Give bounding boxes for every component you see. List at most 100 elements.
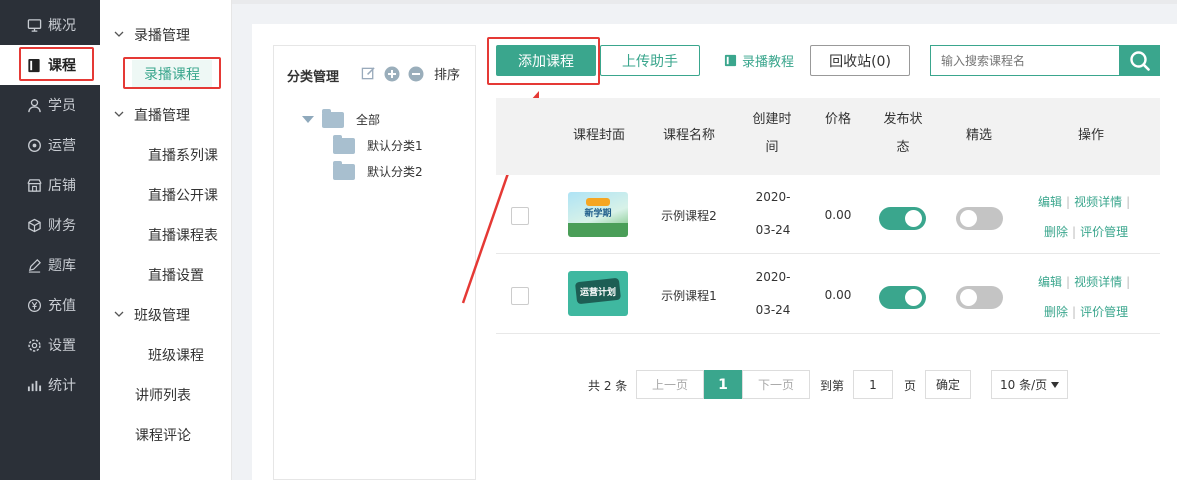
col-price: 价格 (825, 112, 852, 127)
highlight-box-recorded-courses (123, 57, 221, 89)
submenu-group-class[interactable]: 班级管理 (114, 305, 190, 325)
sidebar-item-recharge[interactable]: 充值 (0, 285, 100, 325)
folder-icon (322, 108, 344, 128)
sidebar-item-label: 财务 (48, 218, 76, 234)
search-icon (1129, 50, 1151, 72)
video-details-link[interactable]: 视频详情 (1074, 275, 1122, 289)
course-cover-image: 运营计划 (568, 271, 628, 316)
submenu-item-live-settings[interactable]: 直播设置 (148, 265, 204, 285)
table-row: 运营计划 示例课程1 2020- 03-24 0.00 编辑 | 视频详情 | 删除 |… (496, 255, 1160, 334)
row-checkbox[interactable] (511, 287, 529, 305)
sidebar-item-label: 题库 (48, 258, 76, 274)
edit-link[interactable]: 编辑 (1038, 195, 1062, 209)
submenu-group-live[interactable]: 直播管理 (114, 105, 190, 125)
next-page-button[interactable]: 下一页 (742, 370, 810, 399)
add-icon[interactable] (384, 66, 400, 82)
featured-toggle[interactable] (956, 286, 1003, 309)
prev-page-button[interactable]: 上一页 (636, 370, 704, 399)
book-icon (724, 54, 737, 67)
created-date-line1: 2020- (755, 270, 791, 284)
cover-text: 运营计划 (579, 288, 616, 298)
review-management-link[interactable]: 评价管理 (1080, 305, 1128, 319)
caret-down-icon (1051, 381, 1059, 388)
tree-node-default-1[interactable]: 默认分类1 (333, 134, 423, 154)
recycle-bin-button[interactable]: 回收站(0) (810, 45, 910, 76)
row-actions-line1: 编辑 | 视频详情 | (1038, 195, 1131, 209)
publish-toggle[interactable] (879, 286, 926, 309)
row-actions-line2: 删除 | 评价管理 (1044, 305, 1129, 319)
tree-node-all[interactable]: 全部 (302, 108, 381, 128)
sidebar-item-question-bank[interactable]: 题库 (0, 245, 100, 285)
delete-link[interactable]: 删除 (1044, 305, 1068, 319)
row-checkbox[interactable] (511, 207, 529, 225)
submenu-item-live-series[interactable]: 直播系列课 (148, 145, 218, 165)
edit-icon[interactable] (360, 66, 376, 82)
search-button[interactable] (1119, 45, 1160, 76)
upload-helper-button[interactable]: 上传助手 (600, 45, 700, 76)
sidebar-item-finance[interactable]: 财务 (0, 205, 100, 245)
category-tools: 排序 (360, 64, 460, 83)
table-row: 新学期 示例课程2 2020- 03-24 0.00 编辑 | 视频详情 | 删除 | 评… (496, 175, 1160, 254)
submenu-group-recorded[interactable]: 录播管理 (114, 25, 190, 45)
tree-node-label: 全部 (356, 113, 381, 127)
tutorial-link[interactable]: 录播教程 (724, 51, 794, 70)
publish-toggle[interactable] (879, 207, 926, 230)
highlight-box-courses (19, 47, 94, 81)
col-actions: 操作 (1077, 128, 1104, 143)
sidebar-item-label: 学员 (48, 98, 76, 114)
delete-link[interactable]: 删除 (1044, 225, 1068, 239)
sidebar-item-label: 概况 (48, 18, 76, 34)
gear-icon (26, 337, 42, 353)
sidebar-item-label: 统计 (48, 378, 76, 394)
row-actions-line1: 编辑 | 视频详情 | (1038, 275, 1131, 289)
col-featured: 精选 (965, 128, 992, 143)
page-unit-label: 页 (904, 379, 917, 393)
edit-link[interactable]: 编辑 (1038, 275, 1062, 289)
sidebar-item-shop[interactable]: 店铺 (0, 165, 100, 205)
created-date-line2: 03-24 (755, 303, 791, 317)
folder-icon (333, 160, 355, 180)
course-price: 0.00 (824, 208, 852, 222)
page-jump-input[interactable]: 1 (853, 370, 893, 399)
sidebar-item-label: 店铺 (48, 178, 76, 194)
page-size-select[interactable]: 10 条/页 (991, 370, 1068, 399)
course-name: 示例课程2 (661, 209, 717, 223)
sidebar-item-students[interactable]: 学员 (0, 85, 100, 125)
user-icon (26, 97, 42, 113)
submenu-item-live-public[interactable]: 直播公开课 (148, 185, 218, 205)
submenu-item-live-schedule[interactable]: 直播课程表 (148, 225, 218, 245)
highlight-box-add-course (487, 37, 600, 85)
sidebar-item-operations[interactable]: 运营 (0, 125, 100, 165)
sidebar-item-overview[interactable]: 概况 (0, 5, 100, 45)
sidebar-item-settings[interactable]: 设置 (0, 325, 100, 365)
remove-icon[interactable] (408, 66, 424, 82)
created-date-line2: 03-24 (755, 223, 791, 237)
submenu-item-teachers[interactable]: 讲师列表 (135, 385, 191, 405)
sidebar-item-statistics[interactable]: 统计 (0, 365, 100, 405)
page-number-button[interactable]: 1 (704, 370, 742, 399)
submenu-item-class-courses[interactable]: 班级课程 (148, 345, 204, 365)
row-actions-line2: 删除 | 评价管理 (1044, 225, 1129, 239)
folder-icon (333, 134, 355, 154)
pagination-total: 共 2 条 (588, 379, 628, 393)
sort-link[interactable]: 排序 (434, 64, 460, 83)
bar-chart-icon (26, 377, 42, 393)
search-input[interactable] (930, 45, 1120, 76)
category-title: 分类管理 (287, 70, 340, 85)
review-management-link[interactable]: 评价管理 (1080, 225, 1128, 239)
submenu-item-course-reviews[interactable]: 课程评论 (135, 425, 191, 445)
chevron-down-icon (114, 310, 124, 321)
video-details-link[interactable]: 视频详情 (1074, 195, 1122, 209)
submenu-group-label: 录播管理 (134, 28, 190, 44)
page-jump-confirm-button[interactable]: 确定 (925, 370, 971, 399)
tutorial-label: 录播教程 (742, 55, 795, 70)
caret-down-icon[interactable] (302, 116, 314, 123)
pen-icon (26, 257, 42, 273)
dashboard-icon (26, 17, 42, 33)
course-cover-image: 新学期 (568, 192, 628, 237)
finance-icon (26, 217, 42, 233)
tree-node-label: 默认分类1 (367, 139, 423, 153)
tree-node-default-2[interactable]: 默认分类2 (333, 160, 423, 180)
featured-toggle[interactable] (956, 207, 1003, 230)
chevron-down-icon (114, 110, 124, 121)
